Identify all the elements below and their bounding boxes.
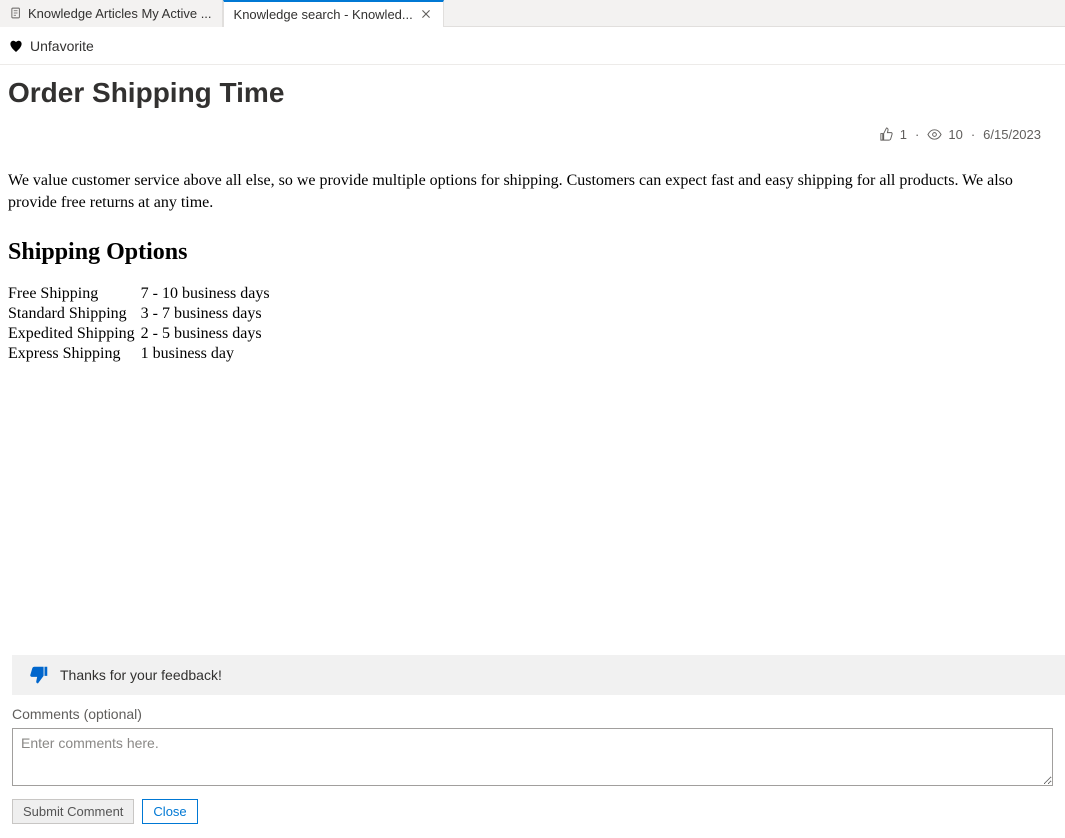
shipping-options-table: Free Shipping7 - 10 business days Standa… bbox=[8, 284, 276, 364]
submit-comment-button[interactable]: Submit Comment bbox=[12, 799, 134, 824]
comments-section: Comments (optional) Submit Comment Close bbox=[12, 706, 1053, 824]
article-meta: 1 · 10 · 6/15/2023 bbox=[8, 127, 1057, 142]
option-duration: 1 business day bbox=[141, 344, 276, 364]
option-duration: 3 - 7 business days bbox=[141, 304, 276, 324]
page-title: Order Shipping Time bbox=[8, 77, 1057, 109]
comments-input[interactable] bbox=[12, 728, 1053, 786]
tab-knowledge-search[interactable]: Knowledge search - Knowled... bbox=[223, 0, 444, 27]
article-content: Order Shipping Time 1 · 10 · 6/15/2023 W… bbox=[0, 65, 1065, 364]
tab-knowledge-articles[interactable]: Knowledge Articles My Active ... bbox=[0, 0, 223, 27]
table-row: Free Shipping7 - 10 business days bbox=[8, 284, 276, 304]
option-name: Free Shipping bbox=[8, 284, 141, 304]
article-date: 6/15/2023 bbox=[983, 127, 1041, 142]
eye-icon bbox=[927, 127, 942, 142]
toolbar: Unfavorite bbox=[0, 27, 1065, 65]
option-name: Standard Shipping bbox=[8, 304, 141, 324]
table-row: Standard Shipping3 - 7 business days bbox=[8, 304, 276, 324]
heart-icon bbox=[8, 38, 24, 54]
table-row: Express Shipping1 business day bbox=[8, 344, 276, 364]
likes-count: 1 bbox=[900, 127, 907, 142]
button-row: Submit Comment Close bbox=[12, 799, 1053, 824]
thumbs-up-icon bbox=[879, 127, 894, 142]
tab-label: Knowledge Articles My Active ... bbox=[28, 6, 212, 21]
separator: · bbox=[969, 127, 977, 142]
views-count: 10 bbox=[948, 127, 962, 142]
thumbs-down-icon bbox=[28, 664, 50, 686]
option-duration: 7 - 10 business days bbox=[141, 284, 276, 304]
feedback-bar: Thanks for your feedback! bbox=[12, 655, 1065, 695]
close-button[interactable]: Close bbox=[142, 799, 197, 824]
separator: · bbox=[913, 127, 921, 142]
document-icon bbox=[10, 7, 22, 19]
tab-label: Knowledge search - Knowled... bbox=[234, 7, 413, 22]
option-name: Expedited Shipping bbox=[8, 324, 141, 344]
article-intro: We value customer service above all else… bbox=[8, 170, 1057, 213]
unfavorite-button[interactable]: Unfavorite bbox=[30, 38, 94, 54]
tab-bar: Knowledge Articles My Active ... Knowled… bbox=[0, 0, 1065, 27]
option-name: Express Shipping bbox=[8, 344, 141, 364]
table-row: Expedited Shipping2 - 5 business days bbox=[8, 324, 276, 344]
section-heading: Shipping Options bbox=[8, 239, 1057, 266]
feedback-message: Thanks for your feedback! bbox=[60, 667, 222, 683]
close-icon[interactable] bbox=[419, 7, 433, 21]
comments-label: Comments (optional) bbox=[12, 706, 1053, 722]
option-duration: 2 - 5 business days bbox=[141, 324, 276, 344]
